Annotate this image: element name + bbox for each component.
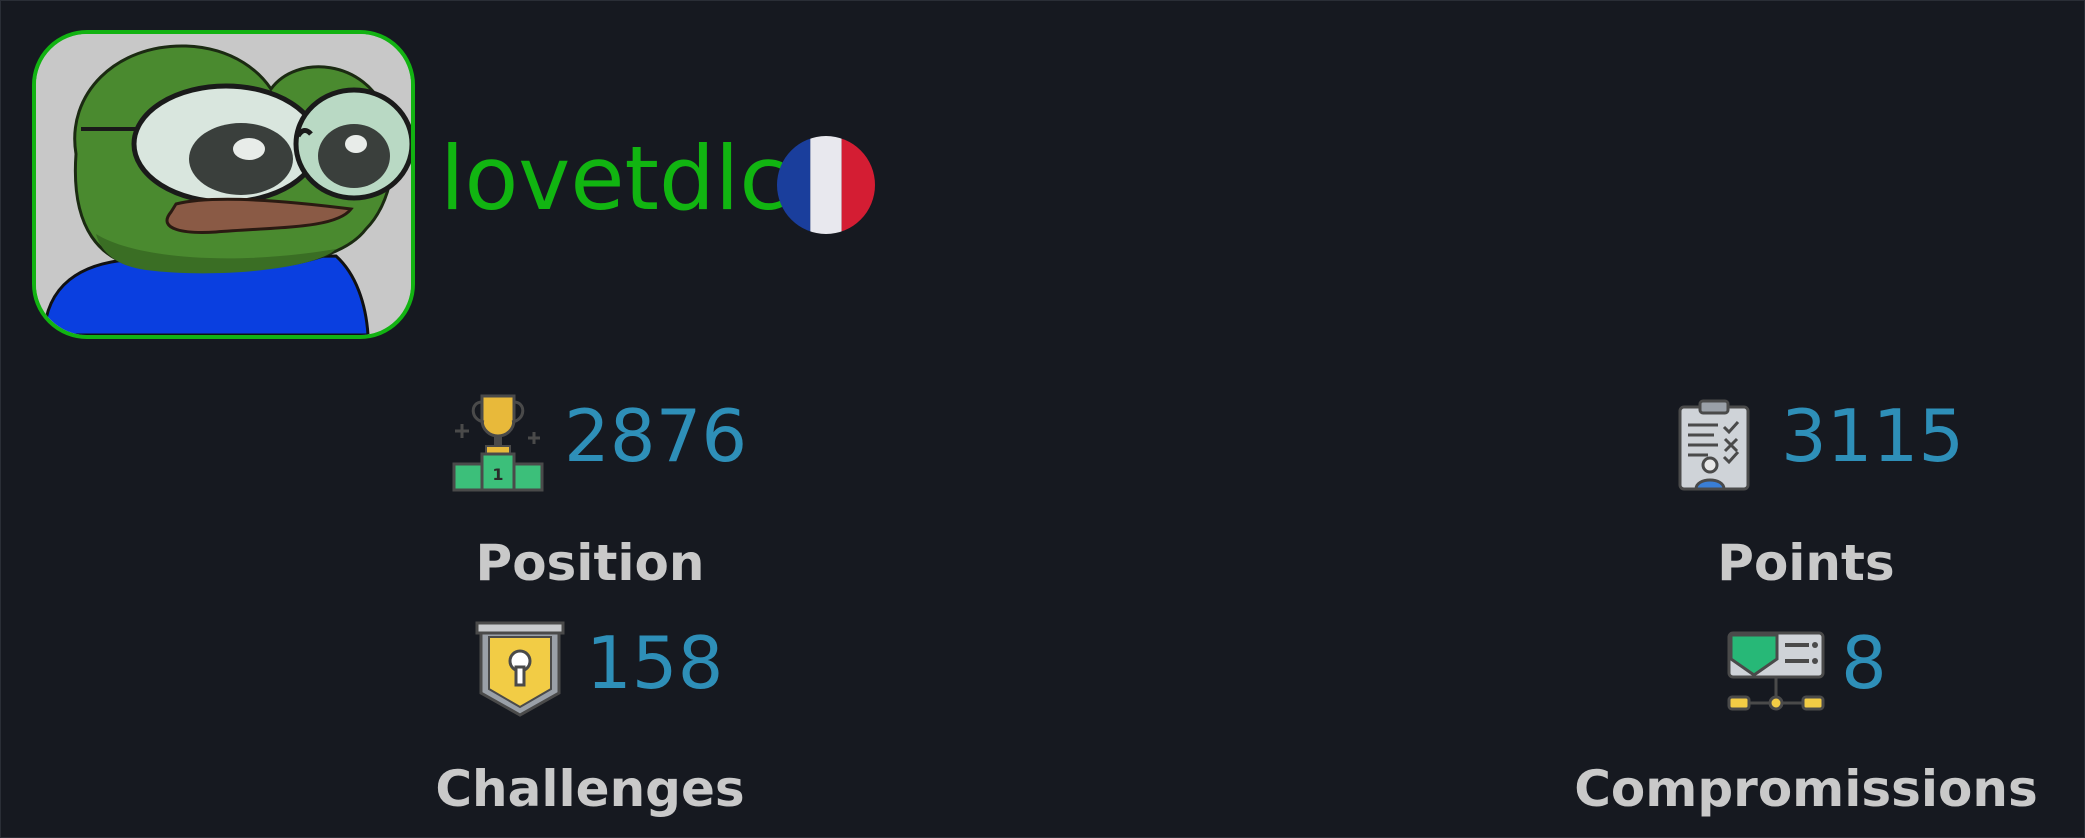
compromissions-value: 8: [1841, 621, 1887, 705]
points-value: 3115: [1781, 394, 1965, 478]
svg-text:1: 1: [492, 465, 503, 484]
compromissions-label: Compromissions: [1574, 760, 2038, 818]
position-value: 2876: [564, 394, 748, 478]
challenges-value: 158: [586, 621, 724, 705]
server-network-icon: [1727, 631, 1825, 713]
clipboard-checklist-icon: [1678, 399, 1750, 491]
points-label: Points: [1717, 534, 1895, 592]
position-label: Position: [475, 534, 705, 592]
username: lovetdlc: [440, 127, 788, 230]
challenges-label: Challenges: [435, 760, 745, 818]
podium-trophy-icon: 1: [452, 394, 544, 492]
france-flag-icon: [777, 136, 875, 234]
pepe-frog-avatar-icon: [36, 34, 411, 335]
shield-keyhole-icon: [475, 621, 565, 717]
profile-card: lovetdlc 1 2876 Position 3115 Points 158…: [0, 0, 2085, 838]
avatar[interactable]: [32, 30, 415, 339]
